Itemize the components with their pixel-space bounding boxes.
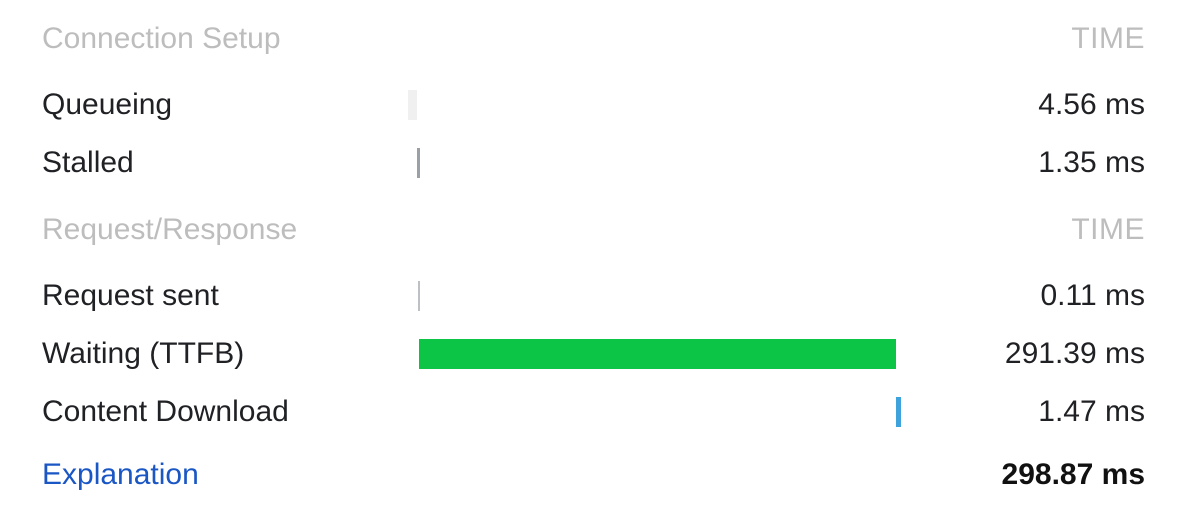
timing-row-request-sent[interactable]: Request sent 0.11 ms [0, 267, 1177, 325]
timing-row-queueing[interactable]: Queueing 4.56 ms [0, 76, 1177, 134]
timing-label-queueing: Queueing [42, 88, 173, 121]
timing-label-waiting-ttfb: Waiting (TTFB) [42, 337, 245, 370]
timing-label-stalled: Stalled [42, 146, 134, 179]
explanation-link[interactable]: Explanation [42, 460, 199, 490]
timing-value-stalled: 1.35 ms [1038, 146, 1145, 179]
timing-row-waiting-ttfb[interactable]: Waiting (TTFB) 291.39 ms [0, 325, 1177, 383]
timing-value-queueing: 4.56 ms [1038, 88, 1145, 121]
timing-bar-request-sent [418, 281, 420, 311]
total-time-value: 298.87 ms [1001, 458, 1145, 491]
section-header-request-response: Request/Response TIME [0, 201, 1177, 259]
timing-row-content-download[interactable]: Content Download 1.47 ms [0, 383, 1177, 441]
timing-footer: Explanation 298.87 ms [0, 460, 1177, 518]
timing-label-content-download: Content Download [42, 395, 289, 428]
timing-bar-waiting-ttfb [419, 339, 896, 369]
section-title-connection-setup: Connection Setup [42, 22, 281, 55]
timing-label-request-sent: Request sent [42, 279, 219, 312]
timing-value-waiting-ttfb: 291.39 ms [1004, 337, 1145, 370]
timing-row-stalled[interactable]: Stalled 1.35 ms [0, 134, 1177, 192]
bar-track-queueing [405, 76, 965, 134]
timing-value-request-sent: 0.11 ms [1040, 279, 1146, 312]
bar-track-request-sent [405, 267, 965, 325]
bar-track-waiting-ttfb [405, 325, 965, 383]
timing-value-content-download: 1.47 ms [1038, 395, 1145, 428]
timing-bar-content-download [896, 397, 901, 427]
bar-track-stalled [405, 134, 965, 192]
section-title-request-response: Request/Response [42, 213, 298, 246]
section-header-connection-setup: Connection Setup TIME [0, 10, 1177, 68]
bar-track-content-download [405, 383, 965, 441]
section-time-header-connection-setup: TIME [1071, 22, 1145, 55]
section-time-header-request-response: TIME [1071, 213, 1145, 246]
network-timing-panel: Connection Setup TIME Queueing 4.56 ms S… [0, 0, 1177, 531]
timing-bar-stalled [417, 148, 420, 178]
timing-bar-queueing [408, 90, 417, 120]
